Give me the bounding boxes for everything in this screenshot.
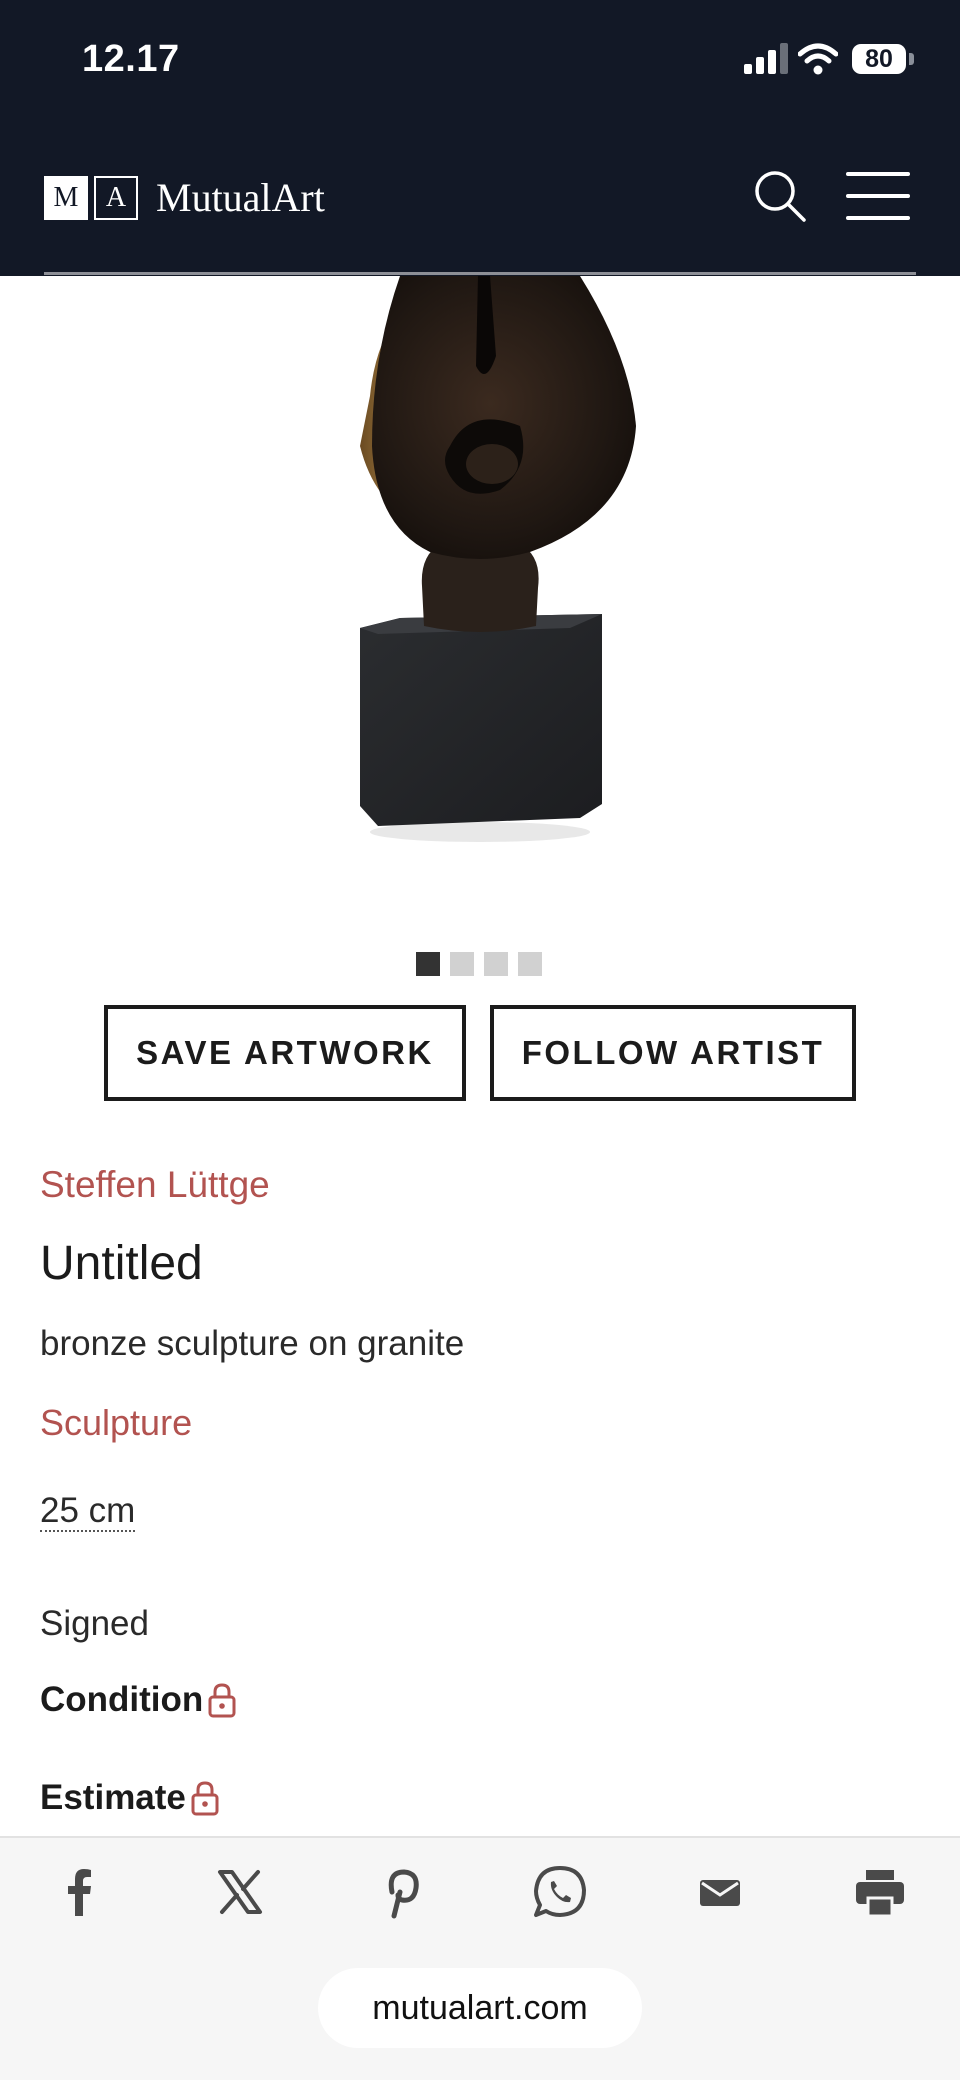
condition-label: Condition: [40, 1680, 204, 1719]
mail-icon[interactable]: [690, 1862, 750, 1922]
carousel-dot[interactable]: [416, 952, 440, 976]
carousel-dot[interactable]: [450, 952, 474, 976]
artwork-image[interactable]: [280, 276, 680, 846]
print-icon[interactable]: [850, 1862, 910, 1922]
lock-icon: [191, 1781, 219, 1816]
status-time: 12.17: [82, 38, 180, 80]
logo-letter-m: M: [44, 176, 88, 220]
artwork-medium: bronze sculpture on granite: [40, 1324, 465, 1363]
whatsapp-icon[interactable]: [530, 1862, 590, 1922]
hamburger-menu-icon[interactable]: [846, 170, 910, 224]
battery-level: 80: [865, 45, 893, 73]
artwork-title: Untitled: [40, 1237, 203, 1290]
facebook-icon[interactable]: [50, 1862, 110, 1922]
share-bar: mutualart.com: [0, 1836, 960, 2080]
artwork-size[interactable]: 25 cm: [40, 1492, 136, 1532]
search-icon[interactable]: [752, 168, 808, 224]
save-artwork-button[interactable]: SAVE ARTWORK: [104, 1005, 466, 1101]
browser-address-bar[interactable]: mutualart.com: [318, 1968, 642, 2048]
header-divider: [44, 272, 916, 275]
battery-cap: [909, 53, 914, 65]
pinterest-icon[interactable]: [370, 1862, 430, 1922]
x-icon[interactable]: [210, 1862, 270, 1922]
signed-info: Signed: [40, 1604, 149, 1643]
category-link[interactable]: Sculpture: [40, 1402, 192, 1444]
carousel-dot[interactable]: [518, 952, 542, 976]
lock-icon: [208, 1683, 236, 1718]
estimate-label: Estimate: [40, 1778, 186, 1817]
wifi-icon: [798, 43, 838, 75]
estimate-row[interactable]: Estimate: [40, 1778, 220, 1818]
logo-letter-a: A: [94, 176, 138, 220]
logo-wordmark: MutualArt: [156, 175, 325, 220]
follow-artist-button[interactable]: FOLLOW ARTIST: [490, 1005, 856, 1101]
top-header: 12.17 80 M A MutualArt: [0, 0, 960, 276]
cellular-signal-icon: [744, 43, 788, 74]
condition-row[interactable]: Condition: [40, 1680, 237, 1720]
battery-icon: 80: [852, 44, 906, 74]
carousel-dot[interactable]: [484, 952, 508, 976]
artist-link[interactable]: Steffen Lüttge: [40, 1164, 270, 1206]
